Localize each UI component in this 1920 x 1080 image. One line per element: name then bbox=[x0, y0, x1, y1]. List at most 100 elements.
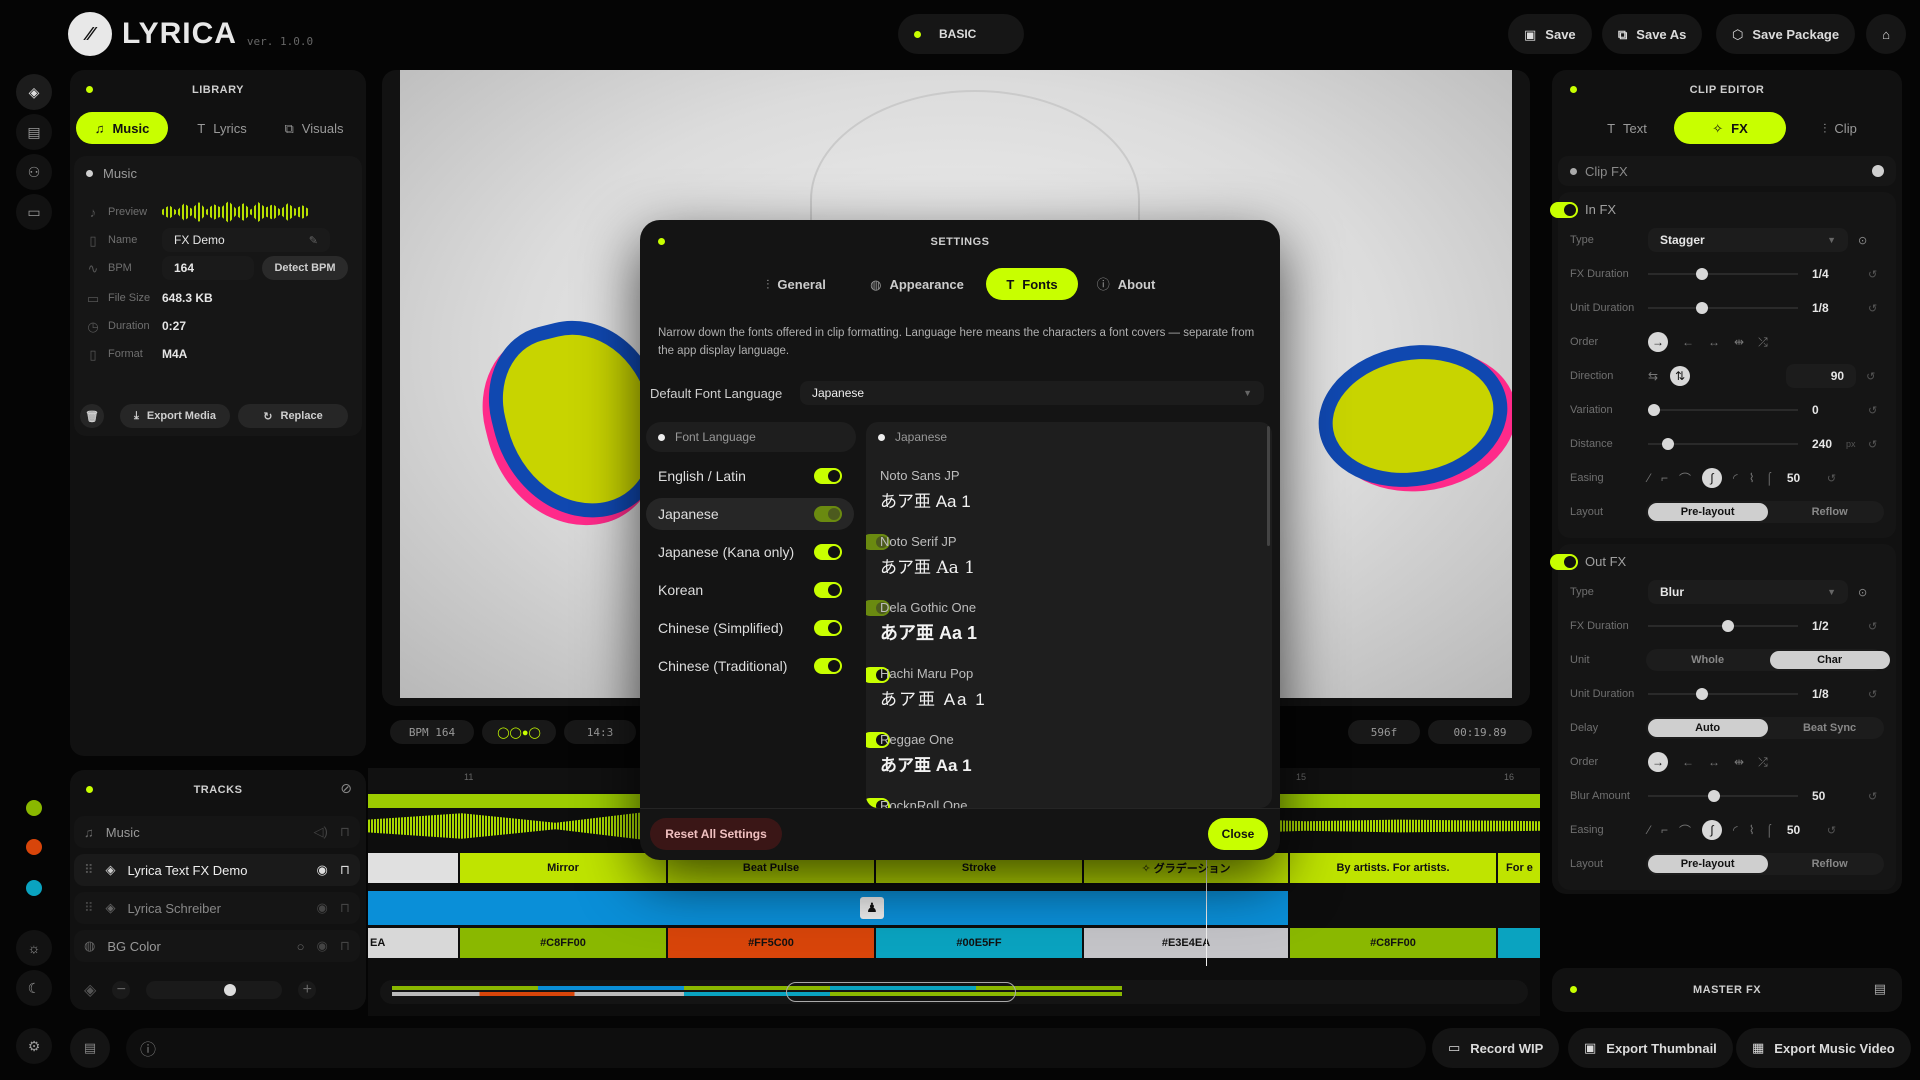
order-random-icon[interactable]: ⤮ bbox=[1758, 335, 1768, 350]
delete-media-button[interactable]: 🗑 bbox=[80, 404, 104, 428]
default-font-language-select[interactable]: Japanese ▼ bbox=[800, 381, 1264, 405]
in-variation-slider[interactable] bbox=[1648, 404, 1798, 416]
bpm-input[interactable]: 164 bbox=[162, 256, 254, 280]
track-music[interactable]: ♫ Music ◁) ⊓ bbox=[74, 816, 360, 848]
master-fx-panel[interactable]: MASTER FX ▤ bbox=[1552, 968, 1902, 1012]
master-fx-settings-icon[interactable]: ▤ bbox=[1874, 981, 1886, 997]
out-unit-duration-slider[interactable] bbox=[1648, 688, 1798, 700]
order-backward-icon[interactable]: ← bbox=[1682, 335, 1694, 349]
lang-korean-toggle[interactable] bbox=[814, 582, 842, 598]
accent-cyan-swatch[interactable] bbox=[26, 880, 42, 896]
in-unit-duration-slider[interactable] bbox=[1648, 302, 1798, 314]
color-clip-cyan[interactable]: #00E5FF bbox=[876, 928, 1082, 958]
reset-icon[interactable]: ↺ bbox=[1827, 824, 1836, 837]
export-music-video-button[interactable]: ▦ Export Music Video bbox=[1736, 1028, 1911, 1068]
reset-icon[interactable]: ↺ bbox=[1868, 688, 1877, 701]
library-tab-music[interactable]: ♫ Music bbox=[76, 112, 168, 144]
lang-chinese-simplified[interactable]: Chinese (Simplified) bbox=[646, 612, 854, 644]
name-input[interactable]: FX Demo ✎ bbox=[162, 228, 330, 252]
color-clip-orange[interactable]: #FF5C00 bbox=[668, 928, 874, 958]
text-clip-fade[interactable] bbox=[368, 853, 458, 883]
library-tab-visuals[interactable]: ⧉ Visuals bbox=[266, 112, 362, 144]
preview-fx-icon[interactable]: ⊙ bbox=[1858, 586, 1867, 599]
reset-icon[interactable]: ↺ bbox=[1868, 620, 1877, 633]
lang-korean[interactable]: Korean bbox=[646, 574, 854, 606]
ease-out-icon[interactable]: ⌒ bbox=[1679, 470, 1691, 487]
lang-zh-traditional-toggle[interactable] bbox=[814, 658, 842, 674]
font-rocknroll-one[interactable]: RocknRoll One bbox=[866, 790, 1272, 808]
zoom-out-button[interactable]: − bbox=[112, 981, 131, 999]
text-clip-by-artists[interactable]: By artists. For artists. bbox=[1290, 853, 1496, 883]
order-backward-icon[interactable]: ← bbox=[1682, 755, 1694, 769]
ease-in-out-icon[interactable]: ∫ bbox=[1702, 468, 1723, 488]
out-layout-reflow[interactable]: Reflow bbox=[1770, 855, 1890, 873]
lock-icon[interactable]: ⊓ bbox=[340, 824, 350, 840]
ease-elastic-icon[interactable]: ⌇ bbox=[1749, 471, 1755, 485]
in-layout-reflow[interactable]: Reflow bbox=[1770, 503, 1890, 521]
ease-back-icon[interactable]: ◜ bbox=[1733, 823, 1738, 837]
settings-tab-general[interactable]: ⫶ General bbox=[748, 268, 844, 300]
out-unit-char[interactable]: Char bbox=[1769, 651, 1890, 669]
volume-icon[interactable]: ◁) bbox=[314, 824, 328, 840]
lang-japanese-toggle[interactable] bbox=[814, 506, 842, 522]
in-distance-slider[interactable] bbox=[1648, 438, 1798, 450]
save-button[interactable]: ▣ Save bbox=[1508, 14, 1592, 54]
info-icon[interactable]: ⓘ bbox=[140, 1036, 156, 1060]
direction-horizontal-icon[interactable]: ⇆ bbox=[1648, 369, 1658, 383]
time-signature[interactable]: 14:3 bbox=[564, 720, 636, 744]
ease-back-icon[interactable]: ◜ bbox=[1733, 471, 1738, 485]
ease-linear-icon[interactable]: ⁄ bbox=[1648, 471, 1650, 485]
lang-japanese-kana[interactable]: Japanese (Kana only) bbox=[646, 536, 854, 568]
in-fx-toggle[interactable] bbox=[1550, 202, 1578, 218]
order-forward-icon[interactable]: → bbox=[1648, 332, 1668, 352]
pages-nav-button[interactable]: ▤ bbox=[16, 114, 52, 150]
overview-viewport[interactable] bbox=[786, 982, 1016, 1002]
save-package-button[interactable]: ⬡ Save Package bbox=[1716, 14, 1856, 54]
save-as-button[interactable]: ⧉ Save As bbox=[1602, 14, 1703, 54]
detect-bpm-button[interactable]: Detect BPM bbox=[262, 256, 348, 280]
settings-tab-appearance[interactable]: ◍ Appearance bbox=[856, 268, 978, 300]
close-settings-button[interactable]: Close bbox=[1208, 818, 1268, 850]
settings-tab-fonts[interactable]: T Fonts bbox=[986, 268, 1078, 300]
lang-english-toggle[interactable] bbox=[814, 468, 842, 484]
eye-icon[interactable]: ◉ bbox=[317, 938, 328, 954]
theme-dark-button[interactable]: ☾ bbox=[16, 970, 52, 1006]
theme-light-button[interactable]: ☼ bbox=[16, 930, 52, 966]
timeline-overview[interactable] bbox=[380, 980, 1528, 1004]
track-text-fx-demo[interactable]: ⠿ ◈ Lyrica Text FX Demo ◉ ⊓ bbox=[74, 854, 360, 886]
slider-knob[interactable] bbox=[1708, 790, 1720, 802]
reset-all-settings-button[interactable]: Reset All Settings bbox=[650, 818, 782, 850]
text-clip-mirror[interactable]: Mirror bbox=[460, 853, 666, 883]
clip-fx-radio[interactable] bbox=[1872, 165, 1884, 177]
reset-icon[interactable]: ↺ bbox=[1866, 370, 1875, 383]
zoom-in-button[interactable]: + bbox=[298, 981, 317, 999]
mode-switch[interactable]: BASIC bbox=[898, 14, 1024, 54]
track-lyrica-schreiber[interactable]: ⠿ ◈ Lyrica Schreiber ◉ ⊓ bbox=[74, 892, 360, 924]
font-noto-serif-jp[interactable]: Noto Serif JP あア亜 Aa 1 bbox=[866, 526, 1272, 616]
home-button[interactable]: ⌂ bbox=[1866, 14, 1906, 54]
color-clip-green-2[interactable]: #C8FF00 bbox=[1290, 928, 1496, 958]
waveform-preview[interactable] bbox=[162, 201, 310, 223]
in-fx-duration-slider[interactable] bbox=[1648, 268, 1798, 280]
order-random-icon[interactable]: ⤮ bbox=[1758, 755, 1768, 770]
slider-knob[interactable] bbox=[1648, 404, 1660, 416]
bpm-readout[interactable]: BPM 164 bbox=[390, 720, 474, 744]
order-edges-in-icon[interactable]: ⇹ bbox=[1734, 755, 1744, 769]
direction-input[interactable]: 90 bbox=[1786, 364, 1857, 388]
font-noto-sans-jp[interactable]: Noto Sans JP あア亜 Aa 1 bbox=[866, 460, 1272, 550]
order-forward-icon[interactable]: → bbox=[1648, 752, 1668, 772]
panel-toggle-button[interactable]: ▤ bbox=[70, 1028, 110, 1068]
layers-nav-button[interactable]: ◈ bbox=[16, 74, 52, 110]
drag-handle-icon[interactable]: ⠿ bbox=[84, 862, 94, 878]
reset-icon[interactable]: ↺ bbox=[1868, 302, 1877, 315]
font-dela-gothic-one[interactable]: Dela Gothic One あア亜 Aa 1 bbox=[866, 592, 1272, 683]
color-circle-icon[interactable]: ○ bbox=[297, 939, 305, 954]
reset-icon[interactable]: ↺ bbox=[1868, 790, 1877, 803]
order-center-out-icon[interactable]: ↔ bbox=[1708, 755, 1720, 769]
reset-icon[interactable]: ↺ bbox=[1868, 404, 1877, 417]
ease-in-icon[interactable]: ⌐ bbox=[1661, 823, 1668, 837]
clip-tab-text[interactable]: T Text bbox=[1584, 112, 1670, 144]
ease-bounce-icon[interactable]: ⌠ bbox=[1766, 471, 1773, 485]
font-hachi-maru-pop[interactable]: Hachi Maru Pop あア亜 Aa 1 bbox=[866, 658, 1272, 748]
export-media-button[interactable]: ⤓ Export Media bbox=[120, 404, 230, 428]
